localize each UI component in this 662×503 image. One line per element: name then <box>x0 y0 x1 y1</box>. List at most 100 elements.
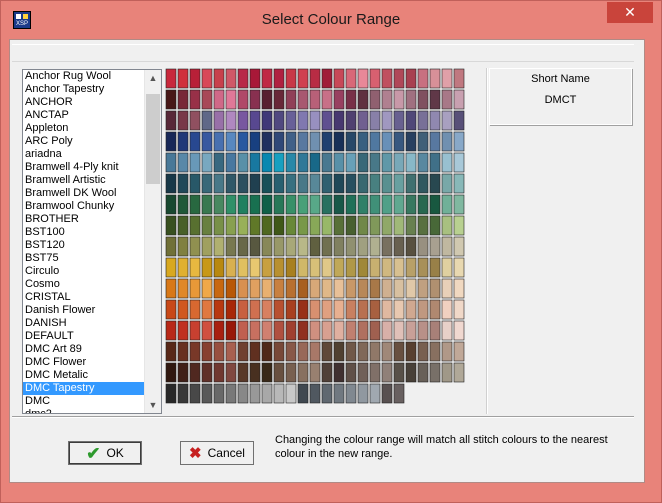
colour-swatch[interactable] <box>333 341 345 362</box>
colour-swatch[interactable] <box>345 362 357 383</box>
colour-swatch[interactable] <box>333 173 345 194</box>
colour-swatch[interactable] <box>441 320 453 341</box>
colour-swatch[interactable] <box>333 278 345 299</box>
colour-swatch[interactable] <box>345 194 357 215</box>
colour-swatch[interactable] <box>297 278 309 299</box>
colour-swatch[interactable] <box>333 131 345 152</box>
colour-swatch[interactable] <box>381 215 393 236</box>
colour-swatch[interactable] <box>381 152 393 173</box>
colour-swatch[interactable] <box>357 194 369 215</box>
colour-swatch[interactable] <box>441 152 453 173</box>
colour-swatch[interactable] <box>333 383 345 404</box>
colour-swatch[interactable] <box>201 152 213 173</box>
colour-swatch[interactable] <box>429 341 441 362</box>
colour-swatch[interactable] <box>165 89 177 110</box>
colour-swatch[interactable] <box>429 68 441 89</box>
colour-swatch[interactable] <box>345 299 357 320</box>
colour-swatch[interactable] <box>285 341 297 362</box>
colour-swatch[interactable] <box>225 131 237 152</box>
colour-swatch[interactable] <box>453 89 465 110</box>
colour-swatch[interactable] <box>249 362 261 383</box>
colour-swatch[interactable] <box>321 383 333 404</box>
colour-swatch[interactable] <box>261 236 273 257</box>
colour-swatch[interactable] <box>189 173 201 194</box>
colour-swatch[interactable] <box>273 215 285 236</box>
colour-swatch[interactable] <box>201 173 213 194</box>
colour-swatch[interactable] <box>417 152 429 173</box>
colour-swatch[interactable] <box>249 257 261 278</box>
list-item[interactable]: ARC Poly <box>23 135 147 148</box>
colour-swatch[interactable] <box>177 278 189 299</box>
colour-swatch[interactable] <box>393 89 405 110</box>
colour-swatch[interactable] <box>237 68 249 89</box>
colour-swatch[interactable] <box>381 362 393 383</box>
colour-swatch[interactable] <box>453 173 465 194</box>
cancel-button[interactable]: ✖ Cancel <box>180 441 254 465</box>
colour-swatch[interactable] <box>345 173 357 194</box>
colour-swatch[interactable] <box>453 236 465 257</box>
colour-swatch[interactable] <box>357 173 369 194</box>
list-item[interactable]: ariadna <box>23 148 147 161</box>
colour-swatch[interactable] <box>309 362 321 383</box>
colour-swatch[interactable] <box>453 215 465 236</box>
colour-swatch[interactable] <box>405 110 417 131</box>
colour-swatch[interactable] <box>213 341 225 362</box>
colour-swatch[interactable] <box>285 194 297 215</box>
colour-swatch[interactable] <box>273 173 285 194</box>
colour-swatch[interactable] <box>321 110 333 131</box>
colour-swatch[interactable] <box>357 215 369 236</box>
colour-swatch[interactable] <box>453 278 465 299</box>
colour-swatch[interactable] <box>297 89 309 110</box>
colour-swatch[interactable] <box>357 89 369 110</box>
colour-swatch[interactable] <box>201 278 213 299</box>
colour-swatch[interactable] <box>177 320 189 341</box>
colour-swatch[interactable] <box>273 68 285 89</box>
colour-swatch[interactable] <box>393 194 405 215</box>
colour-swatch[interactable] <box>249 278 261 299</box>
list-item[interactable]: Danish Flower <box>23 304 147 317</box>
colour-swatch[interactable] <box>357 341 369 362</box>
colour-swatch[interactable] <box>333 215 345 236</box>
colour-swatch[interactable] <box>405 362 417 383</box>
colour-swatch[interactable] <box>441 89 453 110</box>
colour-swatch[interactable] <box>285 215 297 236</box>
colour-swatch[interactable] <box>417 89 429 110</box>
colour-swatch[interactable] <box>429 110 441 131</box>
colour-swatch[interactable] <box>429 215 441 236</box>
colour-swatch[interactable] <box>297 257 309 278</box>
colour-swatch[interactable] <box>237 131 249 152</box>
list-item[interactable]: Circulo <box>23 265 147 278</box>
colour-swatch[interactable] <box>249 110 261 131</box>
list-item[interactable]: ANCTAP <box>23 109 147 122</box>
colour-swatch[interactable] <box>177 341 189 362</box>
colour-swatch[interactable] <box>189 110 201 131</box>
colour-swatch[interactable] <box>369 278 381 299</box>
colour-swatch[interactable] <box>297 320 309 341</box>
colour-swatch[interactable] <box>189 278 201 299</box>
colour-swatch[interactable] <box>261 194 273 215</box>
colour-swatch[interactable] <box>297 131 309 152</box>
colour-swatch[interactable] <box>177 215 189 236</box>
colour-swatch[interactable] <box>249 341 261 362</box>
colour-swatch[interactable] <box>357 362 369 383</box>
colour-swatch[interactable] <box>405 236 417 257</box>
colour-swatch[interactable] <box>273 89 285 110</box>
colour-swatch[interactable] <box>333 320 345 341</box>
colour-swatch[interactable] <box>345 89 357 110</box>
colour-swatch[interactable] <box>441 194 453 215</box>
colour-swatch[interactable] <box>249 215 261 236</box>
colour-swatch[interactable] <box>225 341 237 362</box>
colour-swatch[interactable] <box>225 362 237 383</box>
colour-swatch[interactable] <box>357 131 369 152</box>
colour-swatch[interactable] <box>225 89 237 110</box>
colour-swatch[interactable] <box>309 320 321 341</box>
colour-swatch[interactable] <box>225 320 237 341</box>
colour-swatch[interactable] <box>285 89 297 110</box>
colour-swatch[interactable] <box>357 236 369 257</box>
colour-swatch[interactable] <box>261 341 273 362</box>
colour-swatch[interactable] <box>225 236 237 257</box>
colour-swatch[interactable] <box>381 131 393 152</box>
list-item[interactable]: DMC Art 89 <box>23 343 147 356</box>
list-item[interactable]: DANISH <box>23 317 147 330</box>
colour-swatch[interactable] <box>405 278 417 299</box>
